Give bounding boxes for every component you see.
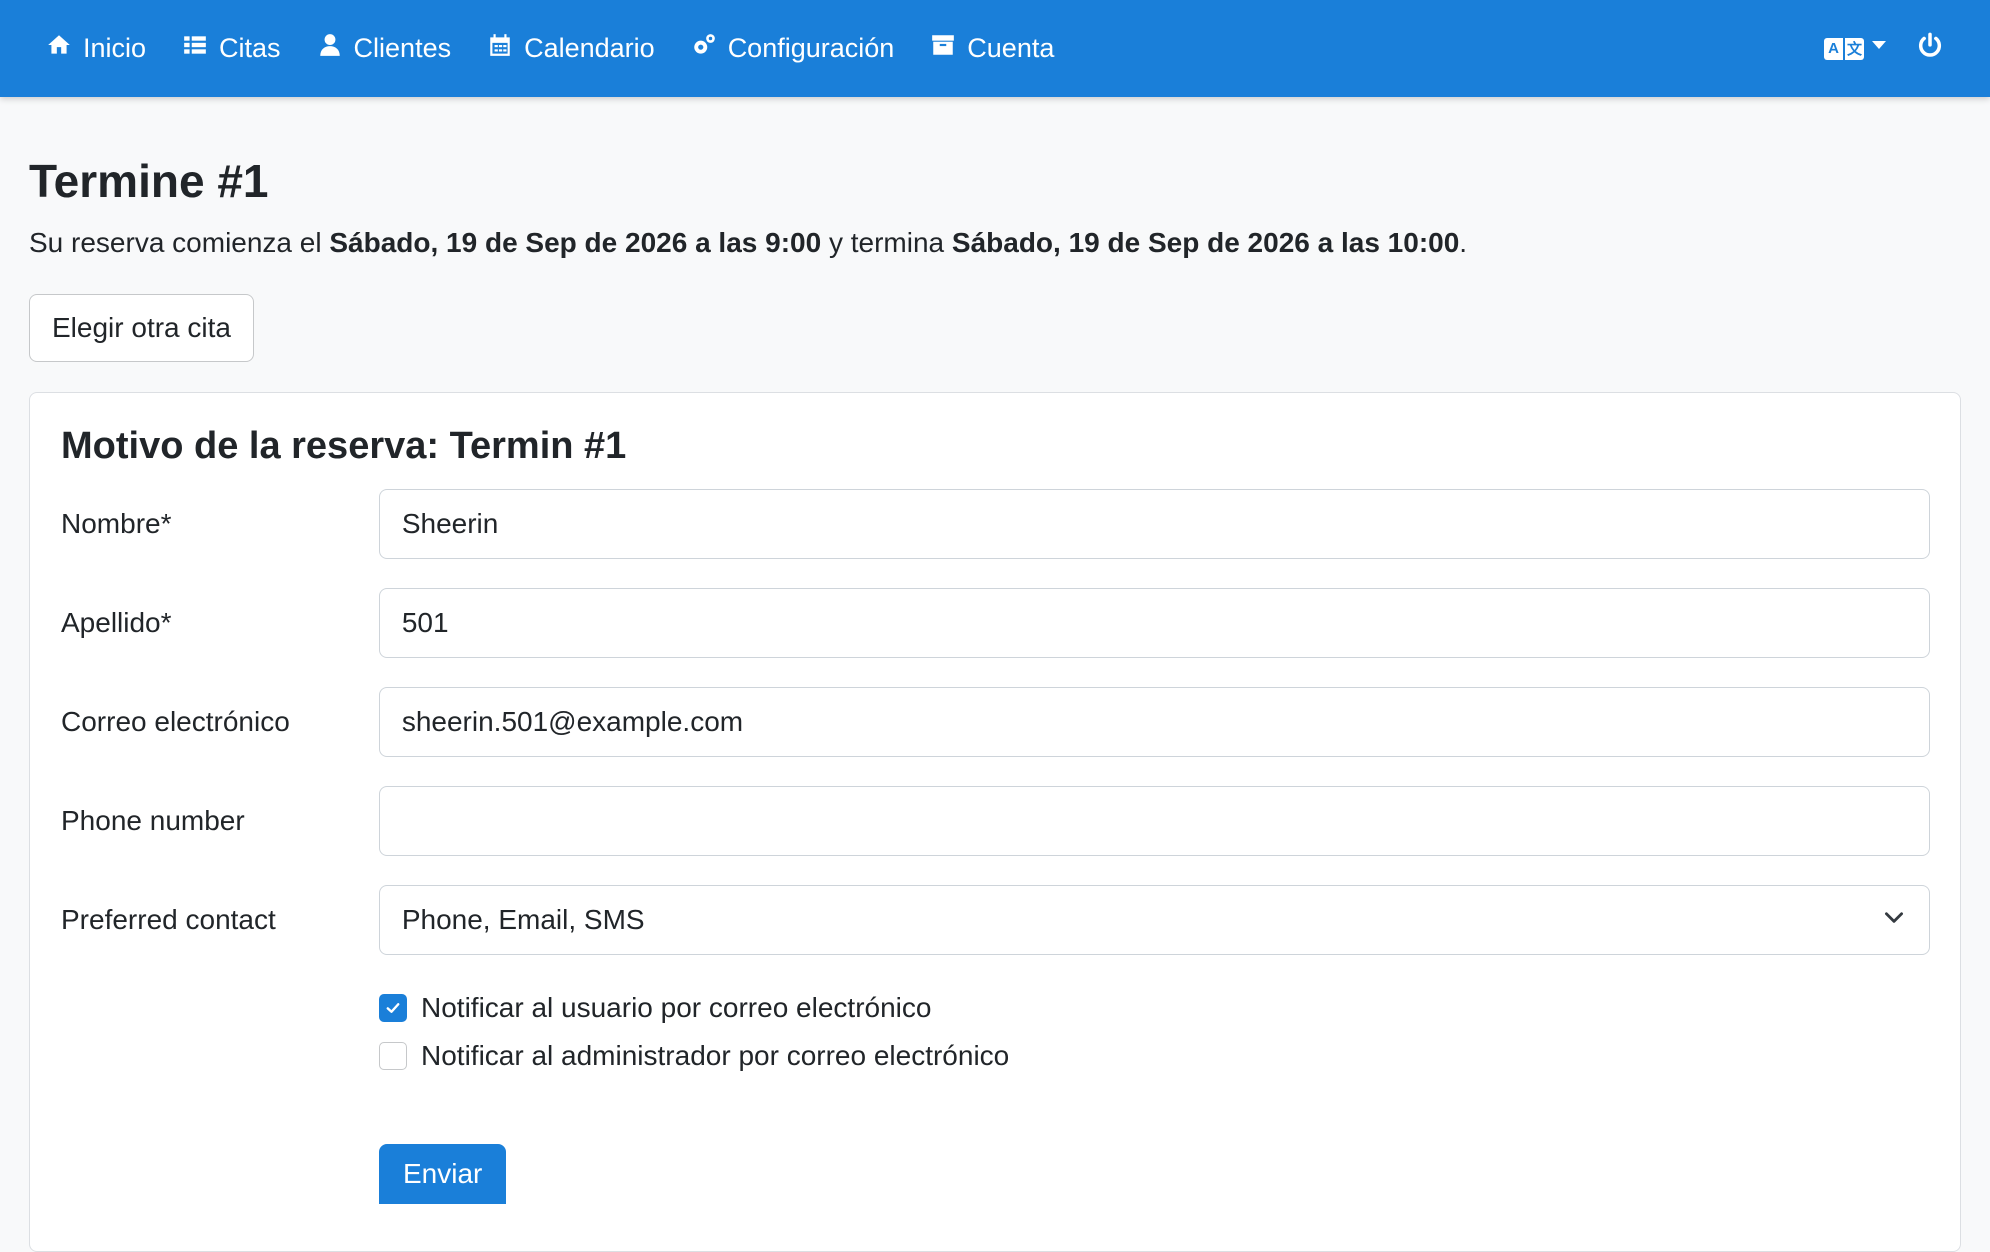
summary-middle: y termina [828,227,945,258]
language-icon: A文 [1824,37,1864,60]
nav-item-configuracion[interactable]: Configuración [691,32,895,65]
home-icon [46,32,72,65]
first-name-label: Nombre* [61,508,172,539]
nav-item-label: Configuración [727,33,895,63]
preferred-contact-value: Phone, Email, SMS [401,904,645,935]
form-title: Motivo de la reserva: Termin #1 [61,425,627,467]
notify-admin-label: Notificar al administrador por correo el… [421,1040,1010,1071]
nav-menu: Inicio Citas Clientes Calendario Configu… [46,32,1054,65]
top-navbar: Inicio Citas Clientes Calendario Configu… [0,0,1990,97]
checkmark-icon [386,1003,400,1013]
nav-right: A文 [1824,32,1944,65]
last-name-field[interactable]: 501 [378,588,1930,658]
gears-icon [691,32,717,65]
nav-item-label: Calendario [524,33,655,63]
nav-item-inicio[interactable]: Inicio [46,32,146,65]
page-title: Termine #1 [29,155,269,207]
nav-item-label: Inicio [83,33,147,63]
notify-user-label: Notificar al usuario por correo electrón… [421,992,932,1023]
form-row-email: Correo electrónico sheerin.501@example.c… [61,687,1930,757]
notify-admin-checkbox[interactable] [379,1042,407,1070]
main-content: Termine #1 Su reserva comienza el Sábado… [0,155,1990,1252]
language-dropdown[interactable]: A文 [1824,37,1886,60]
nav-item-calendario[interactable]: Calendario [487,32,655,65]
notification-options: Notificar al usuario por correo electrón… [379,988,1930,1076]
nav-item-label: Clientes [353,33,452,63]
caret-down-icon [1872,40,1886,49]
preferred-contact-select[interactable]: Phone, Email, SMS [378,885,1930,955]
form-row-last-name: Apellido* 501 [61,588,1930,658]
email-label: Correo electrónico [61,706,290,737]
summary-suffix: . [1459,227,1468,258]
notify-user-checkbox[interactable] [379,994,407,1022]
list-icon [182,32,208,65]
phone-field[interactable] [378,786,1930,856]
first-name-field[interactable]: Sheerin [378,489,1930,559]
choose-other-appointment-button[interactable]: Elegir otra cita [29,294,254,362]
form-row-preferred-contact: Preferred contact Phone, Email, SMS [61,885,1930,955]
nav-item-citas[interactable]: Citas [182,32,281,65]
nav-item-label: Citas [219,33,281,63]
preferred-contact-label: Preferred contact [61,904,276,935]
archive-icon [930,32,956,65]
form-row-phone: Phone number [61,786,1930,856]
booking-summary: Su reserva comienza el Sábado, 19 de Sep… [29,225,1961,261]
email-field[interactable]: sheerin.501@example.com [378,687,1930,757]
nav-item-clientes[interactable]: Clientes [317,32,452,65]
booking-form-card: Motivo de la reserva: Termin #1 Nombre* … [29,392,1961,1252]
notify-user-option[interactable]: Notificar al usuario por correo electrón… [379,988,1930,1028]
phone-label: Phone number [61,805,245,836]
calendar-icon [487,32,513,65]
last-name-label: Apellido* [61,607,172,638]
form-row-first-name: Nombre* Sheerin [61,489,1930,559]
nav-item-label: Cuenta [967,33,1055,63]
notify-admin-option[interactable]: Notificar al administrador por correo el… [379,1036,1930,1076]
user-icon [317,32,343,65]
power-icon[interactable] [1916,32,1944,65]
summary-prefix: Su reserva comienza el [29,227,322,258]
start-datetime: Sábado, 19 de Sep de 2026 a las 9:00 [329,227,822,258]
chevron-down-icon [1881,904,1907,937]
submit-button[interactable]: Enviar [379,1144,507,1204]
nav-item-cuenta[interactable]: Cuenta [930,32,1054,65]
end-datetime: Sábado, 19 de Sep de 2026 a las 10:00 [951,227,1460,258]
